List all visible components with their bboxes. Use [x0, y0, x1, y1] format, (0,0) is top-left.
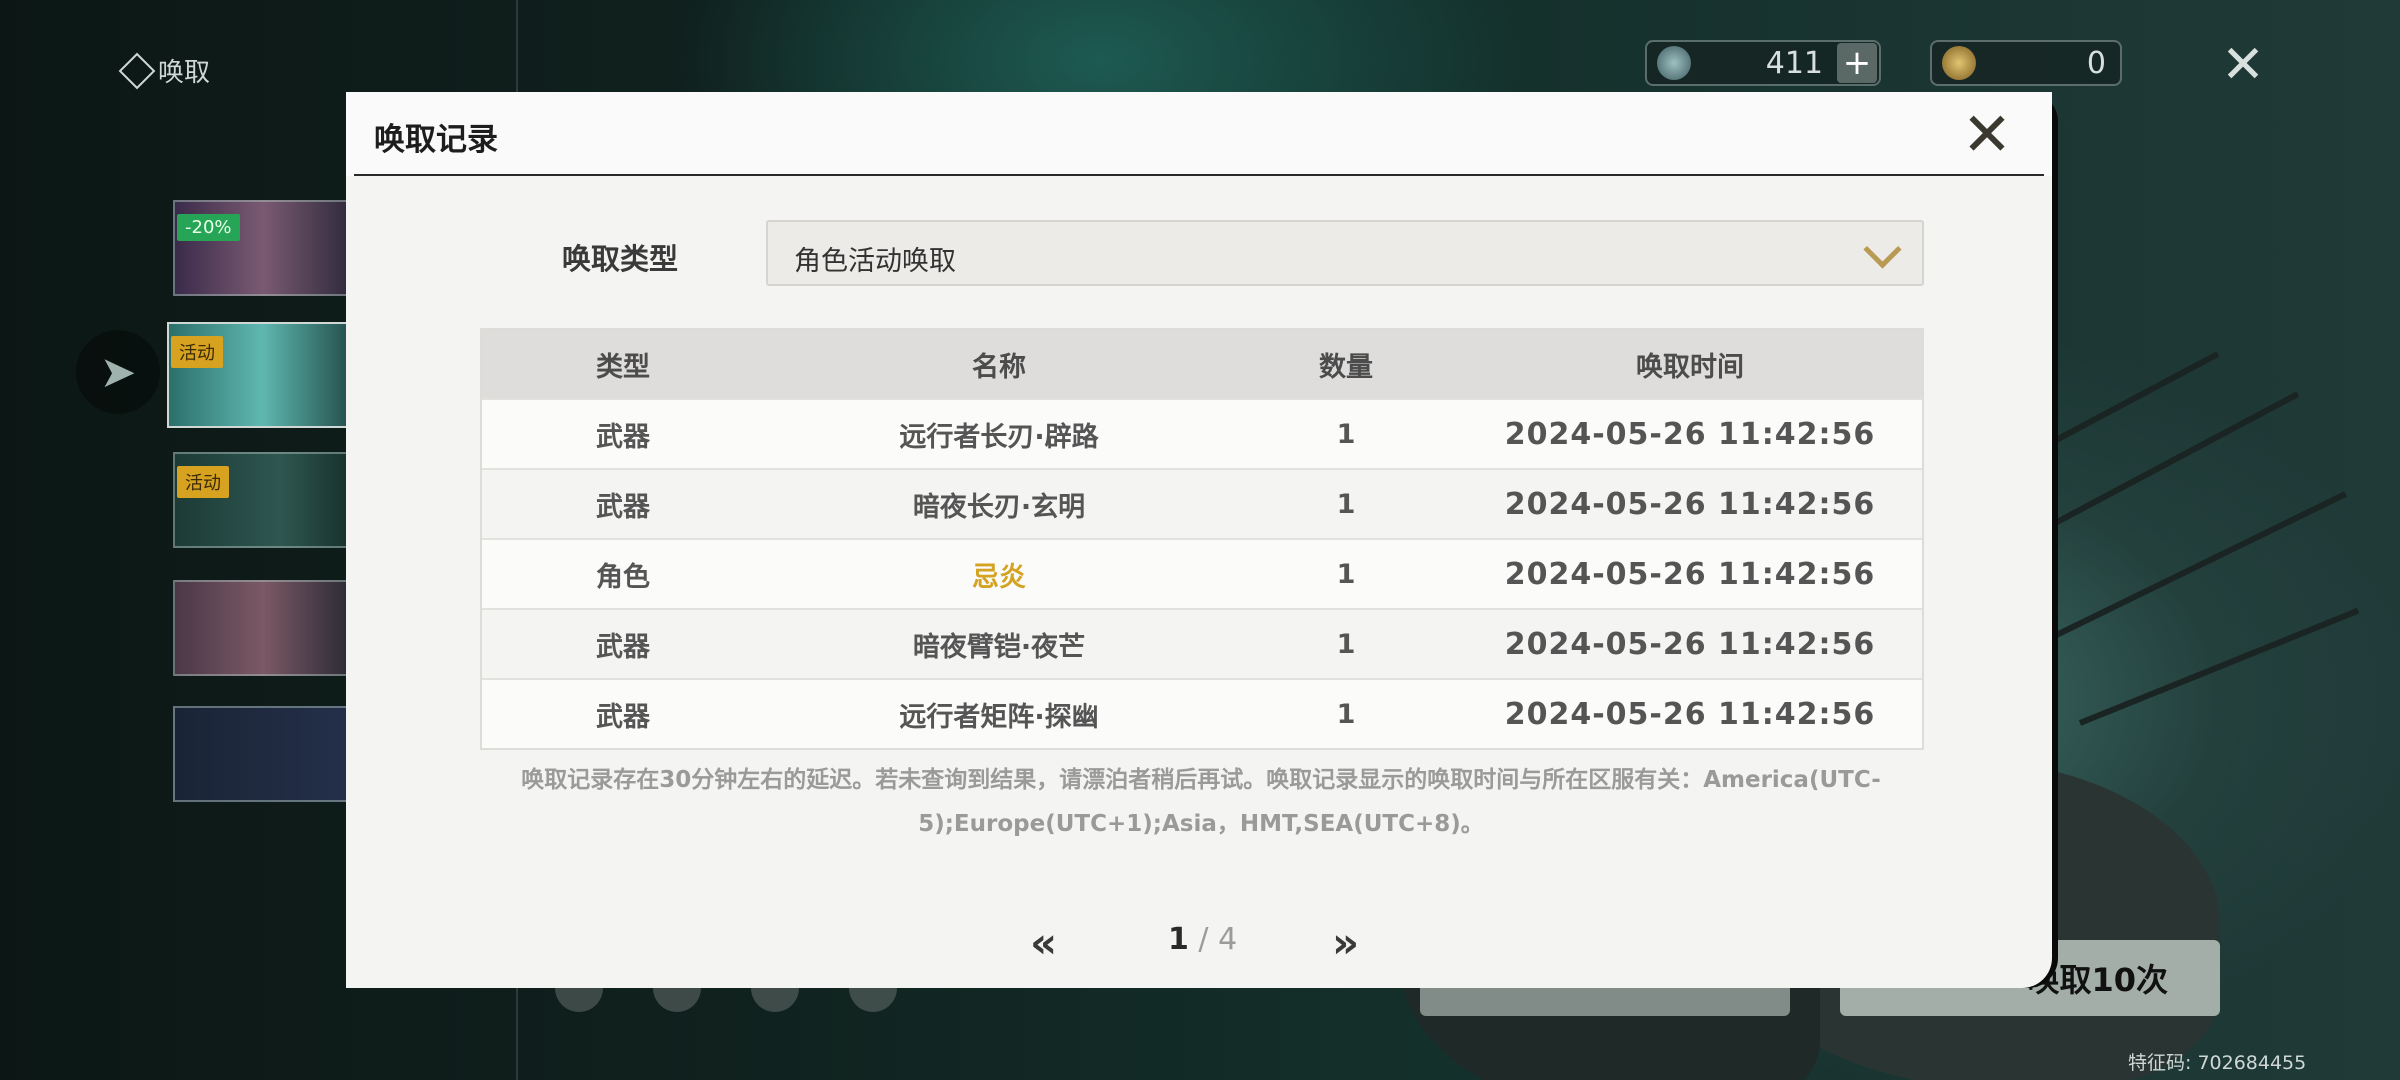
cell-type: 武器: [596, 701, 650, 733]
event-badge: 活动: [177, 466, 229, 498]
close-icon: ✕: [2221, 35, 2265, 95]
page-indicator: 1 / 4: [1168, 922, 1237, 957]
banner-tab-2[interactable]: 活动: [167, 322, 357, 428]
cell-name: 远行者矩阵·探幽: [899, 701, 1099, 733]
cell-time: 2024-05-26 11:42:56: [1504, 626, 1876, 662]
plus-icon: +: [1842, 43, 1872, 83]
column-header-time: 唤取时间: [1636, 351, 1744, 383]
discount-badge: -20%: [177, 214, 240, 241]
cell-time: 2024-05-26 11:42:56: [1504, 696, 1876, 732]
share-icon: ➤: [99, 346, 137, 398]
currency-astrite-value: 411: [1765, 45, 1823, 81]
cell-type: 武器: [596, 491, 650, 523]
banner-tab-5[interactable]: [173, 706, 353, 802]
page-separator: /: [1188, 922, 1219, 957]
chevron-down-icon: [1863, 230, 1902, 269]
double-chevron-right-icon: »: [1332, 918, 1360, 967]
table-row: 武器 远行者矩阵·探幽 1 2024-05-26 11:42:56: [482, 678, 1922, 748]
next-page-button[interactable]: »: [1332, 918, 1359, 967]
cell-time: 2024-05-26 11:42:56: [1504, 556, 1876, 592]
tide-icon: [1942, 46, 1976, 80]
table-header: 类型 名称 数量 唤取时间: [482, 330, 1922, 398]
background-spear: [2078, 607, 2360, 726]
cell-time: 2024-05-26 11:42:56: [1504, 416, 1876, 452]
convene-history-modal: 唤取记录 ✕ 唤取类型 角色活动唤取 类型 名称 数量 唤取时间 武器 远行者长…: [346, 92, 2052, 988]
cell-name: 远行者长刃·辟路: [899, 421, 1099, 453]
cell-type: 武器: [596, 631, 650, 663]
background-spear: [2038, 491, 2347, 646]
close-icon: ✕: [1961, 100, 2013, 170]
table-row: 角色 忌炎 1 2024-05-26 11:42:56: [482, 538, 1922, 608]
share-button[interactable]: ➤: [76, 330, 160, 414]
column-header-name: 名称: [972, 351, 1026, 383]
currency-tide: 0: [1930, 40, 2122, 86]
convene-type-value: 角色活动唤取: [794, 246, 956, 277]
table-row: 武器 远行者长刃·辟路 1 2024-05-26 11:42:56: [482, 398, 1922, 468]
column-header-quantity: 数量: [1319, 351, 1373, 383]
banner-tab-3[interactable]: 活动: [173, 452, 353, 548]
history-table: 类型 名称 数量 唤取时间 武器 远行者长刃·辟路 1 2024-05-26 1…: [480, 328, 1924, 750]
cell-quantity: 1: [1336, 698, 1356, 730]
double-chevron-left-icon: «: [1030, 918, 1058, 967]
cell-type: 武器: [596, 421, 650, 453]
astrite-icon: [1657, 46, 1691, 80]
cell-quantity: 1: [1336, 628, 1356, 660]
event-badge: 活动: [171, 336, 223, 368]
cell-time: 2024-05-26 11:42:56: [1504, 486, 1876, 522]
cell-quantity: 1: [1336, 558, 1356, 590]
add-currency-button[interactable]: +: [1837, 43, 1877, 83]
current-page: 1: [1168, 922, 1189, 957]
cell-quantity: 1: [1336, 418, 1356, 450]
total-pages: 4: [1218, 922, 1238, 957]
modal-header: [346, 92, 2052, 176]
table-row: 武器 暗夜臂铠·夜芒 1 2024-05-26 11:42:56: [482, 608, 1922, 678]
previous-page-button[interactable]: «: [1030, 918, 1057, 967]
cell-name-highlight: 忌炎: [972, 561, 1026, 593]
cell-type: 角色: [596, 561, 650, 593]
table-row: 武器 暗夜长刃·玄明 1 2024-05-26 11:42:56: [482, 468, 1922, 538]
convene-type-dropdown[interactable]: 角色活动唤取: [766, 220, 1924, 286]
modal-title: 唤取记录: [374, 122, 498, 158]
filter-label: 唤取类型: [562, 242, 679, 276]
diamond-icon: [118, 52, 156, 89]
banner-tab-4[interactable]: [173, 580, 353, 676]
cell-quantity: 1: [1336, 488, 1356, 520]
column-header-type: 类型: [596, 351, 650, 383]
cell-name: 暗夜长刃·玄明: [912, 491, 1086, 523]
delay-notice: 唤取记录存在30分钟左右的延迟。若未查询到结果，请漂泊者稍后再试。唤取记录显示的…: [521, 767, 1881, 837]
nav-title: 唤取: [118, 52, 211, 89]
nav-title-label: 唤取: [158, 58, 211, 88]
cell-name: 暗夜臂铠·夜芒: [912, 631, 1086, 663]
header-divider: [354, 174, 2044, 176]
feature-code: 特征码: 702684455: [2128, 1052, 2307, 1074]
banner-tab-1[interactable]: -20%: [173, 200, 353, 296]
currency-tide-value: 0: [2086, 45, 2106, 81]
currency-astrite: 411 +: [1645, 40, 1881, 86]
screen-close-button[interactable]: ✕: [2218, 39, 2268, 91]
modal-close-button[interactable]: ✕: [1960, 105, 2014, 165]
